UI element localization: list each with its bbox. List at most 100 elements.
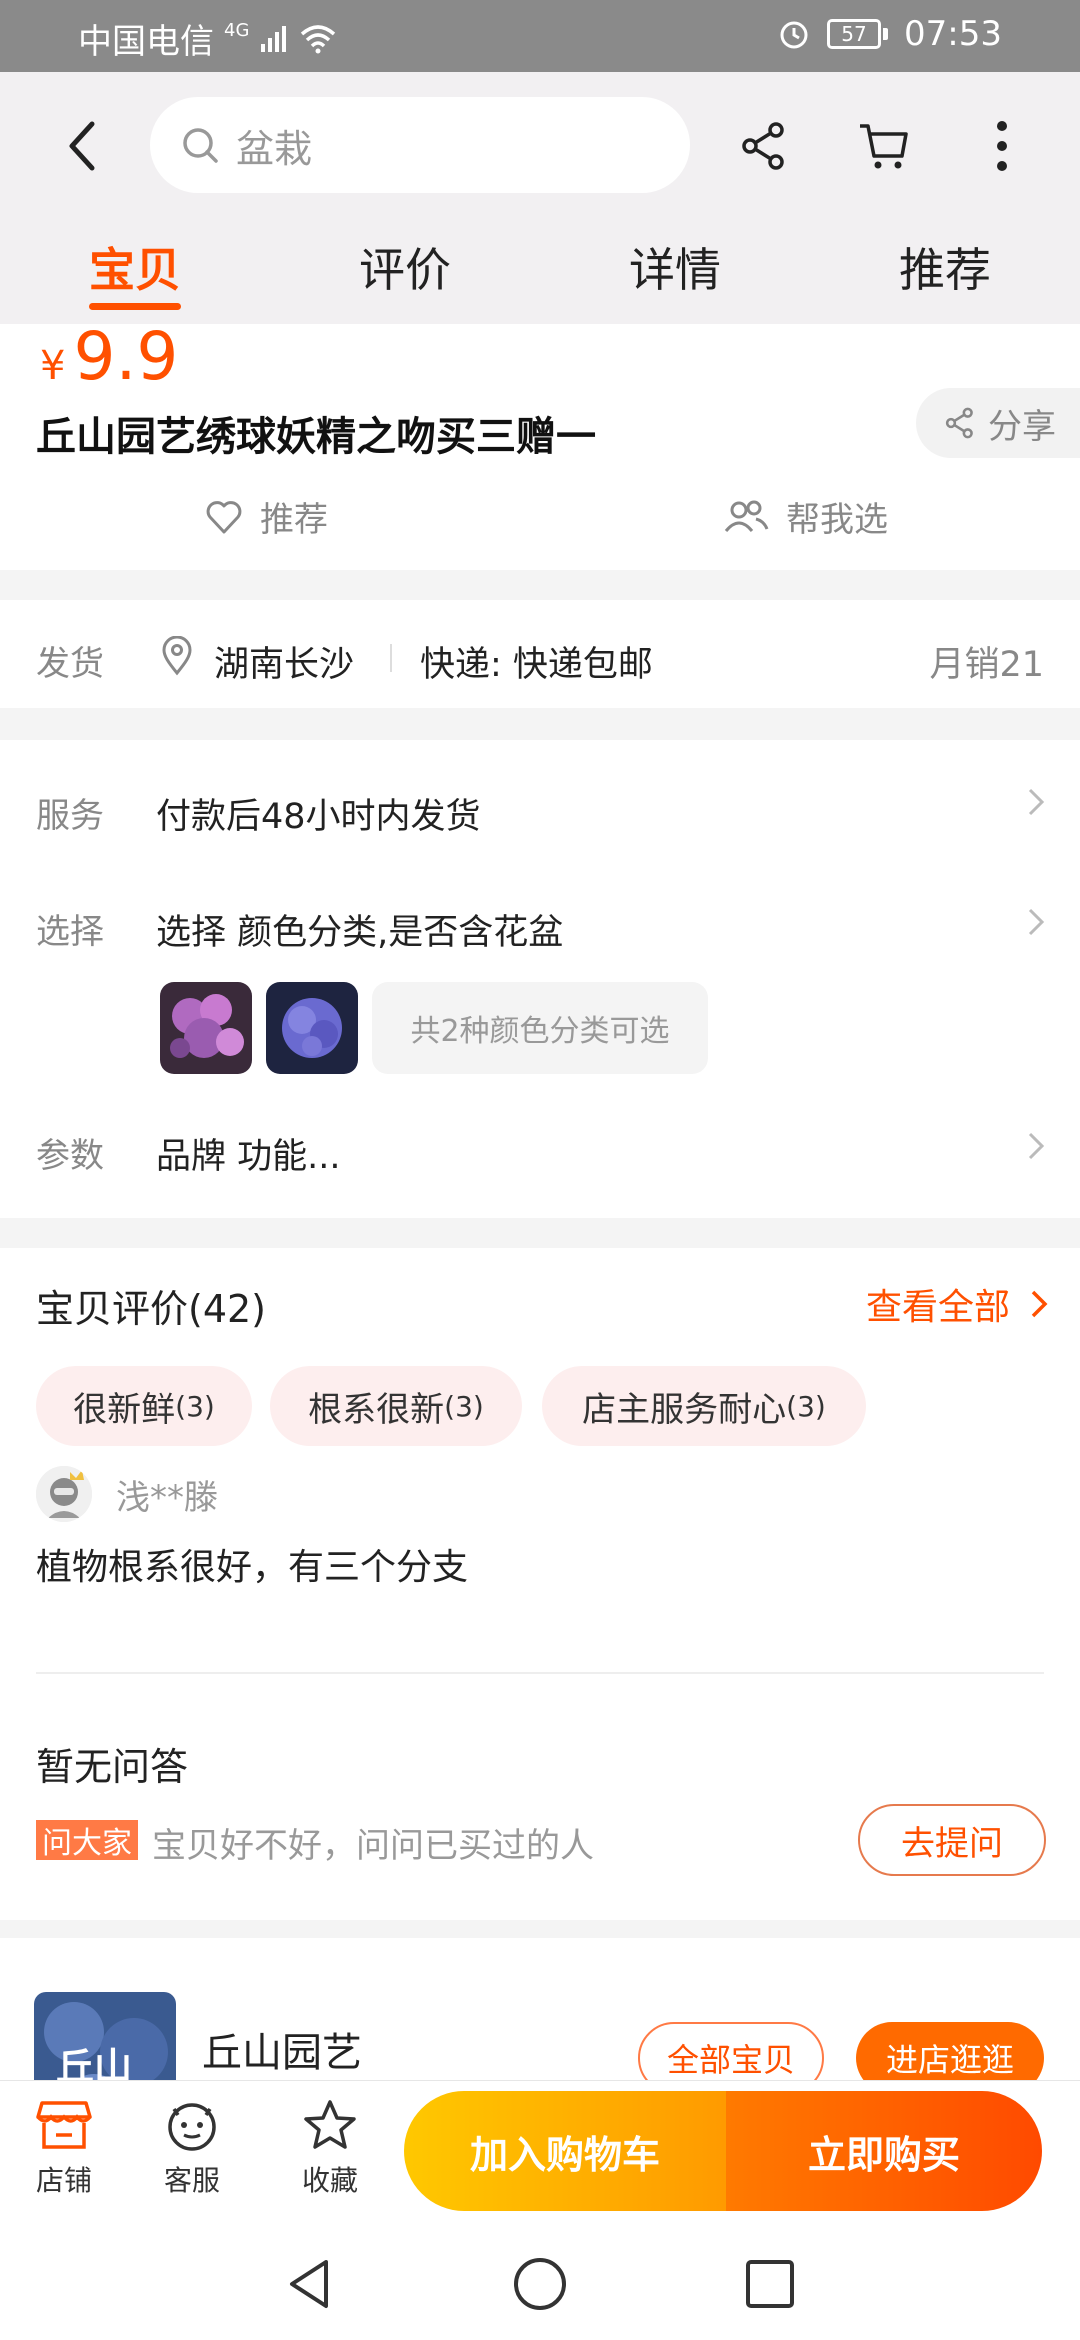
all-items-button[interactable]: 全部宝贝 (638, 2022, 824, 2080)
tag-count: (3) (444, 1389, 484, 1423)
shop-logo[interactable]: 丘山 (34, 1992, 176, 2080)
home-circle-icon[interactable] (510, 2254, 570, 2314)
favorite-button[interactable]: 收藏 (280, 2099, 380, 2199)
product-info-card: ¥ 9.9 丘山园艺绣球妖精之吻买三赠一 分享 推荐 帮我选 (0, 318, 1080, 570)
shipping-row[interactable]: 发货 湖南长沙 快递: 快递包邮 月销21 (0, 600, 1080, 708)
help-choose-button[interactable]: 帮我选 (722, 492, 888, 541)
chevron-right-icon (1028, 788, 1045, 816)
service-label: 服务 (36, 796, 104, 836)
network-type: 4G (224, 20, 250, 41)
shop-card: 丘山 丘山园艺 全部宝贝 进店逛逛 (0, 1938, 1080, 2080)
alarm-icon (780, 21, 808, 49)
qa-hint: 宝贝好不好，问问已买过的人 (152, 1826, 594, 1866)
search-icon (183, 128, 218, 163)
review-text: 植物根系很好，有三个分支 (36, 1547, 469, 1588)
tag-count: (3) (175, 1389, 215, 1423)
params-value: 品牌 功能... (156, 1137, 341, 1177)
tag-text: 很新鲜 (73, 1389, 176, 1430)
tab-details[interactable]: 详情 (540, 224, 810, 324)
battery-level: 57 (827, 19, 882, 49)
shipping-label: 发货 (36, 644, 104, 684)
tab-reviews[interactable]: 评价 (270, 224, 540, 324)
customer-service-button[interactable]: 客服 (142, 2099, 242, 2199)
buy-now-button[interactable]: 立即购买 (726, 2091, 1042, 2211)
qa-badge: 问大家 (36, 1820, 138, 1861)
chevron-right-icon (1031, 1290, 1048, 1318)
carrier-text: 中国电信 (78, 22, 214, 62)
tag-text: 根系很新 (308, 1389, 445, 1430)
color-option-thumbnail[interactable] (160, 982, 252, 1074)
status-bar: 中国电信 4G 57 07:53 (0, 0, 1080, 72)
more-icon[interactable] (974, 118, 1030, 174)
service-label: 客服 (163, 2164, 220, 2197)
top-navigation: 盆栽 宝贝 评价 详情 推荐 (0, 72, 1080, 324)
clock: 07:53 (904, 14, 1002, 54)
share-icon[interactable] (736, 118, 792, 174)
people-icon (724, 500, 769, 532)
visit-shop-button[interactable]: 进店逛逛 (856, 2022, 1044, 2080)
service-card: 服务 付款后48小时内发货 选择 选择 颜色分类,是否含花盆 共2种颜色分类可选… (0, 740, 1080, 1218)
system-navigation-bar (0, 2226, 1080, 2340)
star-icon (304, 2100, 356, 2149)
wifi-icon (301, 24, 336, 53)
reviews-card: 宝贝评价(42) 查看全部 很新鲜 (3) 根系很新 (3) 店主服务耐心 (3) 浅… (0, 1248, 1080, 1920)
help-choose-label: 帮我选 (786, 500, 888, 540)
review-tag[interactable]: 很新鲜 (3) (36, 1366, 252, 1446)
select-label: 选择 (36, 912, 104, 952)
recommend-label: 推荐 (260, 500, 328, 540)
monthly-sales: 月销21 (929, 645, 1044, 685)
location-icon (162, 636, 192, 676)
color-options-hint[interactable]: 共2种颜色分类可选 (372, 982, 708, 1074)
recommend-button[interactable]: 推荐 (204, 492, 328, 541)
shop-logo-text: 丘山 (56, 2045, 133, 2080)
ask-question-button[interactable]: 去提问 (858, 1804, 1046, 1876)
shop-button[interactable]: 店铺 (14, 2099, 114, 2199)
heart-icon (206, 500, 242, 533)
select-value: 选择 颜色分类,是否含花盆 (156, 913, 564, 953)
see-all-label: 查看全部 (865, 1287, 1010, 1328)
shipping-location: 湖南长沙 (214, 645, 355, 685)
reviews-title: 宝贝评价(42) (36, 1287, 267, 1331)
battery-indicator: 57 (827, 19, 889, 49)
bottom-action-bar: 店铺 客服 收藏 加入购物车 立即购买 (0, 2080, 1080, 2226)
search-input[interactable]: 盆栽 (150, 97, 690, 193)
avatar (36, 1466, 92, 1522)
review-tag[interactable]: 店主服务耐心 (3) (542, 1366, 866, 1446)
back-triangle-icon[interactable] (280, 2254, 340, 2314)
divider (390, 644, 392, 672)
reviewer-name: 浅**滕 (116, 1478, 218, 1518)
share-icon (945, 407, 973, 439)
shop-name: 丘山园艺 (202, 2030, 362, 2076)
qa-title: 暂无问答 (36, 1745, 189, 1789)
see-all-reviews-link[interactable]: 查看全部 (866, 1278, 1050, 1330)
tag-count: (3) (786, 1389, 826, 1423)
favorite-label: 收藏 (301, 2164, 358, 2197)
share-label: 分享 (988, 406, 1056, 447)
chevron-right-icon (1028, 908, 1045, 936)
tab-recommend[interactable]: 推荐 (810, 224, 1080, 324)
currency-symbol: ¥ (40, 343, 66, 389)
search-placeholder: 盆栽 (236, 126, 313, 171)
chat-face-icon (168, 2103, 216, 2151)
review-tag[interactable]: 根系很新 (3) (270, 1366, 522, 1446)
back-icon[interactable] (58, 114, 106, 178)
signal-icon (261, 25, 287, 52)
express-info: 快递: 快递包邮 (420, 645, 653, 685)
store-icon (36, 2101, 92, 2149)
tab-bar: 宝贝 评价 详情 推荐 (0, 224, 1080, 324)
price-value: 9.9 (73, 318, 179, 395)
service-value: 付款后48小时内发货 (156, 797, 481, 837)
add-to-cart-button[interactable]: 加入购物车 (404, 2091, 726, 2211)
tag-text: 店主服务耐心 (582, 1389, 787, 1430)
chevron-right-icon (1028, 1132, 1045, 1160)
shop-label: 店铺 (35, 2164, 92, 2197)
product-title: 丘山园艺绣球妖精之吻买三赠一 (36, 414, 596, 460)
divider (36, 1672, 1044, 1674)
recent-apps-icon[interactable] (740, 2254, 800, 2314)
params-label: 参数 (36, 1136, 104, 1176)
product-price: ¥ 9.9 (40, 318, 178, 395)
share-button[interactable]: 分享 (916, 388, 1080, 458)
cart-icon[interactable] (856, 118, 912, 174)
color-option-thumbnail[interactable] (266, 982, 358, 1074)
tab-item[interactable]: 宝贝 (0, 224, 270, 324)
